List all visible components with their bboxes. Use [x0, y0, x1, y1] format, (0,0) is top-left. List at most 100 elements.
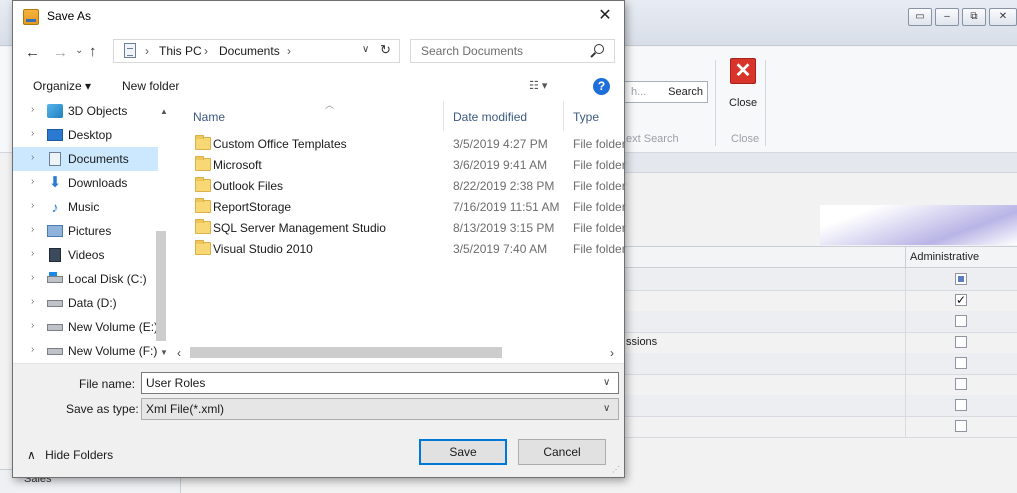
nav-item[interactable]: › Desktop	[13, 123, 158, 147]
background-grid-row[interactable]: ✓	[620, 290, 1017, 312]
column-divider[interactable]	[443, 101, 444, 131]
refresh-icon[interactable]: ↻	[380, 42, 391, 58]
scroll-down-arrow-icon[interactable]: ▼	[160, 348, 168, 357]
expand-chevron-icon[interactable]: ›	[31, 296, 34, 307]
background-grid-row[interactable]	[620, 311, 1017, 333]
file-row[interactable]: SQL Server Management Studio 8/13/2019 3:…	[181, 218, 626, 239]
grid-column-divider	[905, 311, 906, 333]
nav-item[interactable]: › Pictures	[13, 219, 158, 243]
background-grid-row[interactable]	[620, 374, 1017, 396]
recent-locations-chevron-icon[interactable]: ⌄	[75, 45, 83, 56]
expand-chevron-icon[interactable]: ›	[31, 152, 34, 163]
file-row[interactable]: Visual Studio 2010 3/5/2019 7:40 AM File f…	[181, 239, 626, 260]
organize-menu-button[interactable]: Organize ▾	[33, 79, 91, 93]
file-row[interactable]: Microsoft 3/6/2019 9:41 AM File folder	[181, 155, 626, 176]
restore-icon[interactable]: ▭	[908, 8, 932, 26]
nav-item[interactable]: › Local Disk (C:)	[13, 267, 158, 291]
scroll-right-arrow-icon[interactable]: ›	[610, 346, 614, 360]
expand-chevron-icon[interactable]: ›	[31, 224, 34, 235]
search-input[interactable]: Search Documents	[410, 39, 615, 63]
scroll-left-arrow-icon[interactable]: ‹	[177, 346, 181, 360]
nav-item[interactable]: › Documents	[13, 147, 158, 171]
close-window-icon[interactable]: ✕	[989, 8, 1017, 26]
nav-item[interactable]: › ♪ Music	[13, 195, 158, 219]
expand-chevron-icon[interactable]: ›	[31, 176, 34, 187]
expand-chevron-icon[interactable]: ›	[31, 200, 34, 211]
breadcrumb-this-pc[interactable]: This PC	[159, 44, 202, 58]
documents-icon	[49, 152, 61, 166]
horizontal-scrollbar[interactable]: ‹ ›	[173, 344, 625, 361]
breadcrumb-separator[interactable]: ›	[145, 44, 149, 58]
expand-chevron-icon[interactable]: ›	[31, 104, 34, 115]
close-icon[interactable]: ✕	[591, 5, 619, 29]
grid-column-administrative[interactable]: Administrative	[910, 251, 979, 263]
background-grid-row[interactable]	[620, 269, 1017, 291]
new-folder-button[interactable]: New folder	[122, 79, 179, 93]
minimize-icon[interactable]: –	[935, 8, 959, 26]
file-row[interactable]: Outlook Files 8/22/2019 2:38 PM File folde…	[181, 176, 626, 197]
background-grid-row[interactable]	[620, 353, 1017, 375]
checkbox[interactable]	[955, 336, 967, 348]
scroll-up-arrow-icon[interactable]: ▲	[160, 107, 168, 116]
address-bar[interactable]: › This PC › Documents › ∨ ↻	[113, 39, 400, 63]
expand-chevron-icon[interactable]: ›	[31, 344, 34, 355]
breadcrumb-separator[interactable]: ›	[204, 44, 208, 58]
file-row[interactable]: ReportStorage 7/16/2019 11:51 AM File fold…	[181, 197, 626, 218]
change-view-icon[interactable]: ☷ ▾	[529, 79, 547, 92]
chevron-down-icon[interactable]: ∨	[603, 403, 610, 414]
up-arrow-icon[interactable]: ↑	[89, 43, 97, 60]
nav-item[interactable]: › ⬇ Downloads	[13, 171, 158, 195]
folder-icon	[195, 177, 211, 192]
file-name-input[interactable]	[141, 372, 619, 394]
nav-item[interactable]: › New Volume (F:)	[13, 339, 158, 363]
help-icon[interactable]: ?	[593, 78, 610, 95]
column-header-type[interactable]: Type	[573, 110, 599, 124]
dialog-title-bar[interactable]: Save As ✕	[13, 1, 624, 33]
background-group-close-label: Close	[731, 133, 760, 145]
cancel-button[interactable]: Cancel	[518, 439, 606, 465]
checkbox[interactable]	[955, 420, 967, 432]
checkbox[interactable]	[955, 273, 967, 285]
save-button[interactable]: Save	[419, 439, 507, 465]
chevron-down-icon[interactable]: ∨	[362, 44, 369, 55]
file-name: Custom Office Templates	[213, 137, 347, 151]
file-name: SQL Server Management Studio	[213, 221, 386, 235]
navigation-scrollbar-thumb[interactable]	[156, 231, 166, 341]
expand-chevron-icon[interactable]: ›	[31, 248, 34, 259]
horizontal-scrollbar-thumb[interactable]	[190, 347, 502, 358]
back-arrow-icon[interactable]: ←	[25, 44, 40, 61]
nav-item-label: Pictures	[68, 224, 112, 238]
nav-item[interactable]: › Data (D:)	[13, 291, 158, 315]
background-search-button[interactable]: Search	[668, 86, 703, 98]
column-header-date-modified[interactable]: Date modified	[453, 110, 527, 124]
checkbox[interactable]	[955, 399, 967, 411]
chevron-down-icon[interactable]: ∨	[603, 377, 610, 388]
checkbox[interactable]	[955, 357, 967, 369]
checkbox[interactable]	[955, 315, 967, 327]
forward-arrow-icon[interactable]: →	[53, 44, 68, 61]
maximize-icon[interactable]: ⧉	[962, 8, 986, 26]
background-grid-row[interactable]	[620, 395, 1017, 417]
breadcrumb-documents[interactable]: Documents	[219, 44, 280, 58]
column-header-name[interactable]: Name	[193, 110, 225, 124]
nav-item[interactable]: › 3D Objects	[13, 99, 158, 123]
checkbox-checked[interactable]: ✓	[955, 294, 967, 306]
background-grid-row[interactable]: ssions	[620, 332, 1017, 354]
breadcrumb-separator[interactable]: ›	[287, 44, 291, 58]
folder-icon	[195, 240, 211, 255]
close-x-icon[interactable]: ✕	[730, 58, 756, 84]
checkbox[interactable]	[955, 378, 967, 390]
save-as-type-select[interactable]: Xml File(*.xml) ∨	[141, 398, 619, 420]
search-icon[interactable]	[594, 44, 604, 54]
background-grid-row[interactable]	[620, 416, 1017, 438]
file-row[interactable]: Custom Office Templates 3/5/2019 4:27 PM F…	[181, 134, 626, 155]
nav-item[interactable]: › Videos	[13, 243, 158, 267]
background-close-label[interactable]: Close	[729, 97, 757, 109]
nav-item[interactable]: › New Volume (E:)	[13, 315, 158, 339]
expand-chevron-icon[interactable]: ›	[31, 320, 34, 331]
expand-chevron-icon[interactable]: ›	[31, 128, 34, 139]
column-divider[interactable]	[563, 101, 564, 131]
resize-grip-icon[interactable]: ⋰	[612, 465, 620, 474]
expand-chevron-icon[interactable]: ›	[31, 272, 34, 283]
hide-folders-toggle[interactable]: ∧ Hide Folders	[27, 448, 113, 462]
